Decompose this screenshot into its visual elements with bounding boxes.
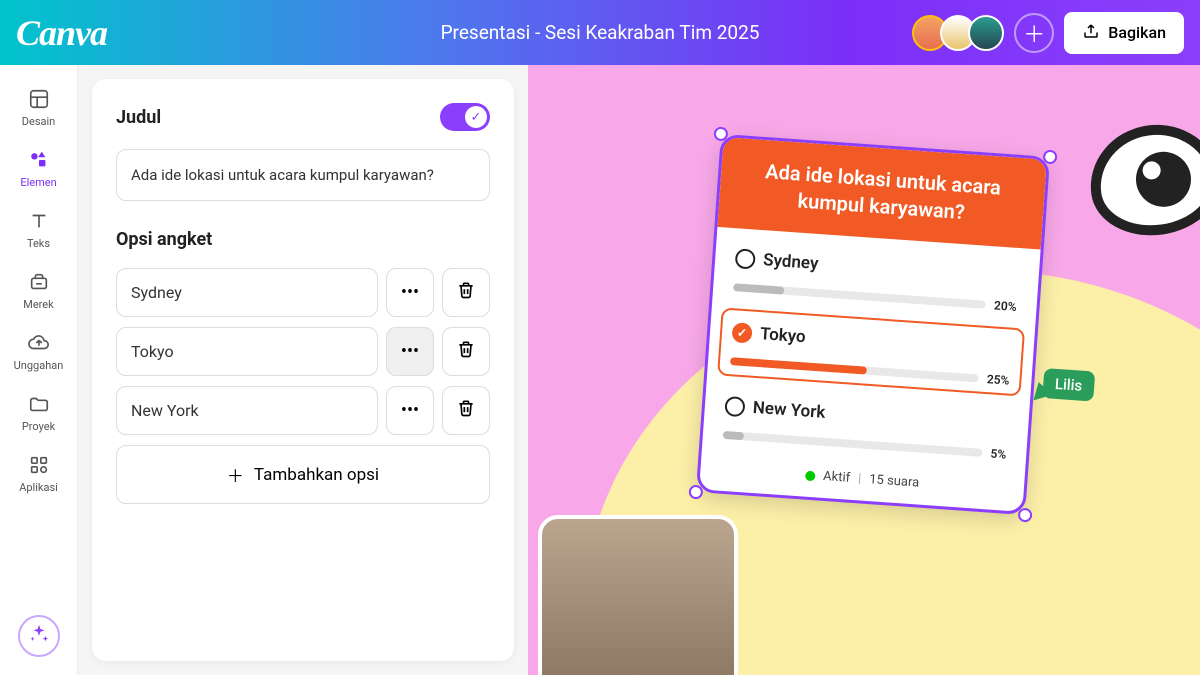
upload-icon <box>27 331 51 355</box>
radio-icon <box>735 248 756 269</box>
add-option-label: Tambahkan opsi <box>254 465 379 485</box>
poll-option[interactable]: ✓ Tokyo 25% <box>717 307 1025 396</box>
more-icon: ••• <box>401 341 419 362</box>
decorative-eye <box>1083 116 1200 243</box>
option-row: ••• <box>116 386 490 435</box>
option-delete-button[interactable] <box>442 327 490 376</box>
sidebar-item-aplikasi[interactable]: Aplikasi <box>0 443 77 504</box>
sidebar-item-label: Unggahan <box>14 359 64 372</box>
plus-icon: ＋ <box>227 462 244 487</box>
option-input[interactable] <box>116 386 378 435</box>
poll-editor-card: Judul ✓ Opsi angket ••• ••• •• <box>92 79 514 661</box>
more-icon: ••• <box>401 282 419 303</box>
canva-logo[interactable]: Canva <box>16 12 107 54</box>
apps-icon <box>27 453 51 477</box>
option-delete-button[interactable] <box>442 386 490 435</box>
properties-panel: Judul ✓ Opsi angket ••• ••• •• <box>78 65 528 675</box>
sidebar-item-elemen[interactable]: Elemen <box>0 138 77 199</box>
poll-votes: 15 suara <box>869 472 920 490</box>
option-more-button[interactable]: ••• <box>386 327 434 376</box>
option-input[interactable] <box>116 327 378 376</box>
check-icon: ✓ <box>465 106 487 128</box>
collaborator-cursor: Lilis <box>1030 381 1094 401</box>
poll-status: Aktif <box>823 469 851 486</box>
sparkle-icon <box>28 623 50 649</box>
sidebar-item-teks[interactable]: Teks <box>0 199 77 260</box>
header-actions: ＋ Bagikan <box>920 12 1184 54</box>
text-icon <box>27 209 51 233</box>
poll-widget-selection[interactable]: Ada ide lokasi untuk acara kumpul karyaw… <box>696 134 1050 515</box>
options-heading: Opsi angket <box>116 229 212 250</box>
document-title[interactable]: Presentasi - Sesi Keakraban Tim 2025 <box>441 21 760 44</box>
layout-icon <box>27 87 51 111</box>
design-canvas[interactable]: Ada ide lokasi untuk acara kumpul karyaw… <box>528 65 1200 675</box>
collaborator-avatars[interactable] <box>920 15 1004 51</box>
poll-footer: Aktif | 15 suara <box>720 456 1005 499</box>
trash-icon <box>456 339 476 364</box>
poll-option-label: New York <box>752 398 826 423</box>
poll-percentage: 20% <box>994 298 1017 314</box>
poll-widget[interactable]: Ada ide lokasi untuk acara kumpul karyaw… <box>696 134 1050 515</box>
magic-button[interactable] <box>18 615 60 657</box>
separator: | <box>858 471 862 486</box>
option-delete-button[interactable] <box>442 268 490 317</box>
sidebar-item-label: Aplikasi <box>19 481 58 494</box>
poll-body: Sydney 20% ✓ Tokyo <box>699 227 1041 512</box>
plus-icon: ＋ <box>1023 17 1045 49</box>
option-more-button[interactable]: ••• <box>386 386 434 435</box>
option-row: ••• <box>116 268 490 317</box>
add-option-button[interactable]: ＋ Tambahkan opsi <box>116 445 490 504</box>
selection-handle[interactable] <box>1043 149 1058 164</box>
more-icon: ••• <box>401 400 419 421</box>
sidebar-item-label: Proyek <box>22 420 55 433</box>
photo-placeholder[interactable] <box>538 515 738 675</box>
poll-option-label: Tokyo <box>759 324 806 347</box>
folder-icon <box>27 392 51 416</box>
option-input[interactable] <box>116 268 378 317</box>
trash-icon <box>456 280 476 305</box>
sidebar-item-label: Teks <box>27 237 50 250</box>
shapes-icon <box>27 148 51 172</box>
option-more-button[interactable]: ••• <box>386 268 434 317</box>
option-row: ••• <box>116 327 490 376</box>
avatar[interactable] <box>968 15 1004 51</box>
sidebar-item-label: Elemen <box>20 176 56 189</box>
poll-percentage: 5% <box>990 447 1007 462</box>
left-sidebar: Desain Elemen Teks Merek Unggahan Proyek… <box>0 65 78 675</box>
sidebar-item-desain[interactable]: Desain <box>0 77 77 138</box>
add-collaborator-button[interactable]: ＋ <box>1014 13 1054 53</box>
poll-option-label: Sydney <box>763 250 820 274</box>
radio-icon <box>724 396 745 417</box>
brand-icon <box>27 270 51 294</box>
share-label: Bagikan <box>1108 23 1166 42</box>
poll-option[interactable]: Sydney 20% <box>733 242 1020 314</box>
share-icon <box>1082 22 1100 44</box>
sidebar-item-unggahan[interactable]: Unggahan <box>0 321 77 382</box>
title-toggle[interactable]: ✓ <box>440 103 490 131</box>
poll-option[interactable]: New York 5% <box>722 390 1009 462</box>
status-dot-icon <box>805 470 816 481</box>
sidebar-item-merek[interactable]: Merek <box>0 260 77 321</box>
app-header: Canva Presentasi - Sesi Keakraban Tim 20… <box>0 0 1200 65</box>
share-button[interactable]: Bagikan <box>1064 12 1184 54</box>
poll-percentage: 25% <box>986 372 1009 388</box>
radio-checked-icon: ✓ <box>731 322 752 343</box>
trash-icon <box>456 398 476 423</box>
sidebar-item-label: Merek <box>23 298 53 311</box>
poll-title-input[interactable] <box>116 149 490 201</box>
sidebar-item-label: Desain <box>22 115 55 128</box>
sidebar-item-proyek[interactable]: Proyek <box>0 382 77 443</box>
title-heading: Judul <box>116 107 161 128</box>
